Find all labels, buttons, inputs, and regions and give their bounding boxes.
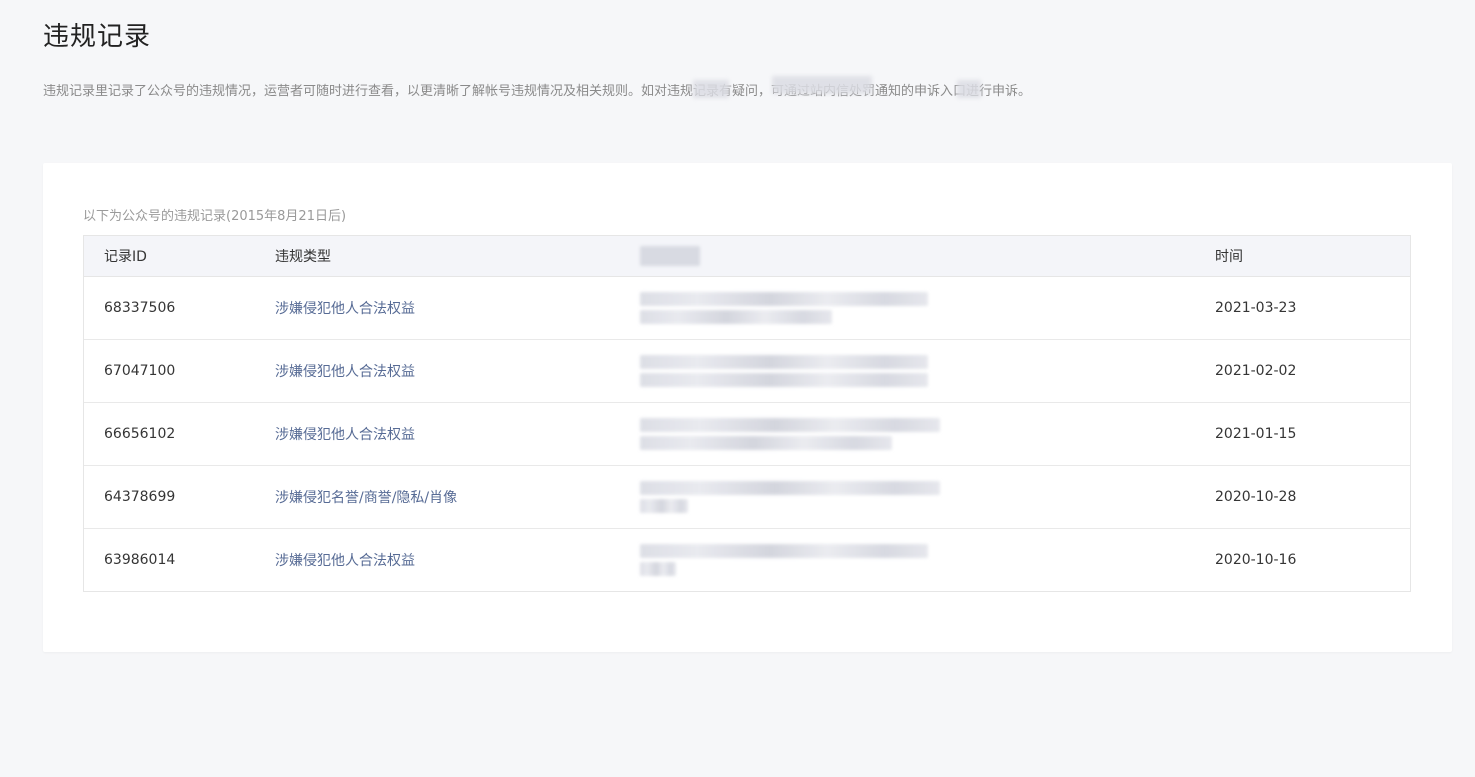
redacted-description [640,340,940,402]
violation-type-link[interactable]: 涉嫌侵犯他人合法权益 [275,340,415,402]
table-caption: 以下为公众号的违规记录(2015年8月21日后) [83,209,347,224]
violation-type-link[interactable]: 涉嫌侵犯他人合法权益 [275,403,415,465]
violation-records-table: 记录ID 违规类型 时间 68337506 涉嫌侵犯他人合法权益 2021-03… [83,235,1411,592]
table-row: 63986014 涉嫌侵犯他人合法权益 2020-10-16 [84,529,1410,591]
record-id: 66656102 [104,426,176,442]
redacted-description [640,529,940,591]
header-time: 时间 [1215,249,1243,265]
record-time: 2021-02-02 [1215,363,1297,379]
redacted-header [640,246,700,266]
record-id: 63986014 [104,552,176,568]
table-row: 64378699 涉嫌侵犯名誉/商誉/隐私/肖像 2020-10-28 [84,466,1410,529]
violation-type-link[interactable]: 涉嫌侵犯他人合法权益 [275,529,415,591]
table-header: 记录ID 违规类型 时间 [84,236,1410,277]
record-time: 2020-10-16 [1215,552,1297,568]
table-row: 66656102 涉嫌侵犯他人合法权益 2021-01-15 [84,403,1410,466]
table-row: 68337506 涉嫌侵犯他人合法权益 2021-03-23 [84,277,1410,340]
table-row: 67047100 涉嫌侵犯他人合法权益 2021-02-02 [84,340,1410,403]
violation-type-link[interactable]: 涉嫌侵犯他人合法权益 [275,277,415,339]
records-card: 以下为公众号的违规记录(2015年8月21日后) 记录ID 违规类型 时间 68… [43,163,1452,652]
page-title: 违规记录 [43,22,152,52]
record-time: 2021-01-15 [1215,426,1297,442]
redaction-mask [772,76,872,94]
redacted-description [640,277,940,339]
redaction-mask [693,80,729,98]
record-id: 68337506 [104,300,176,316]
page-description: 违规记录里记录了公众号的违规情况，运营者可随时进行查看，以更清晰了解帐号违规情况… [43,84,1032,99]
record-id: 67047100 [104,363,176,379]
record-time: 2021-03-23 [1215,300,1297,316]
record-id: 64378699 [104,489,176,505]
header-description [640,236,940,276]
redacted-description [640,403,940,465]
header-violation-type: 违规类型 [275,249,331,265]
violation-type-link[interactable]: 涉嫌侵犯名誉/商誉/隐私/肖像 [275,466,457,528]
redaction-mask [957,80,981,98]
header-record-id: 记录ID [104,249,147,265]
redacted-description [640,466,940,528]
record-time: 2020-10-28 [1215,489,1297,505]
